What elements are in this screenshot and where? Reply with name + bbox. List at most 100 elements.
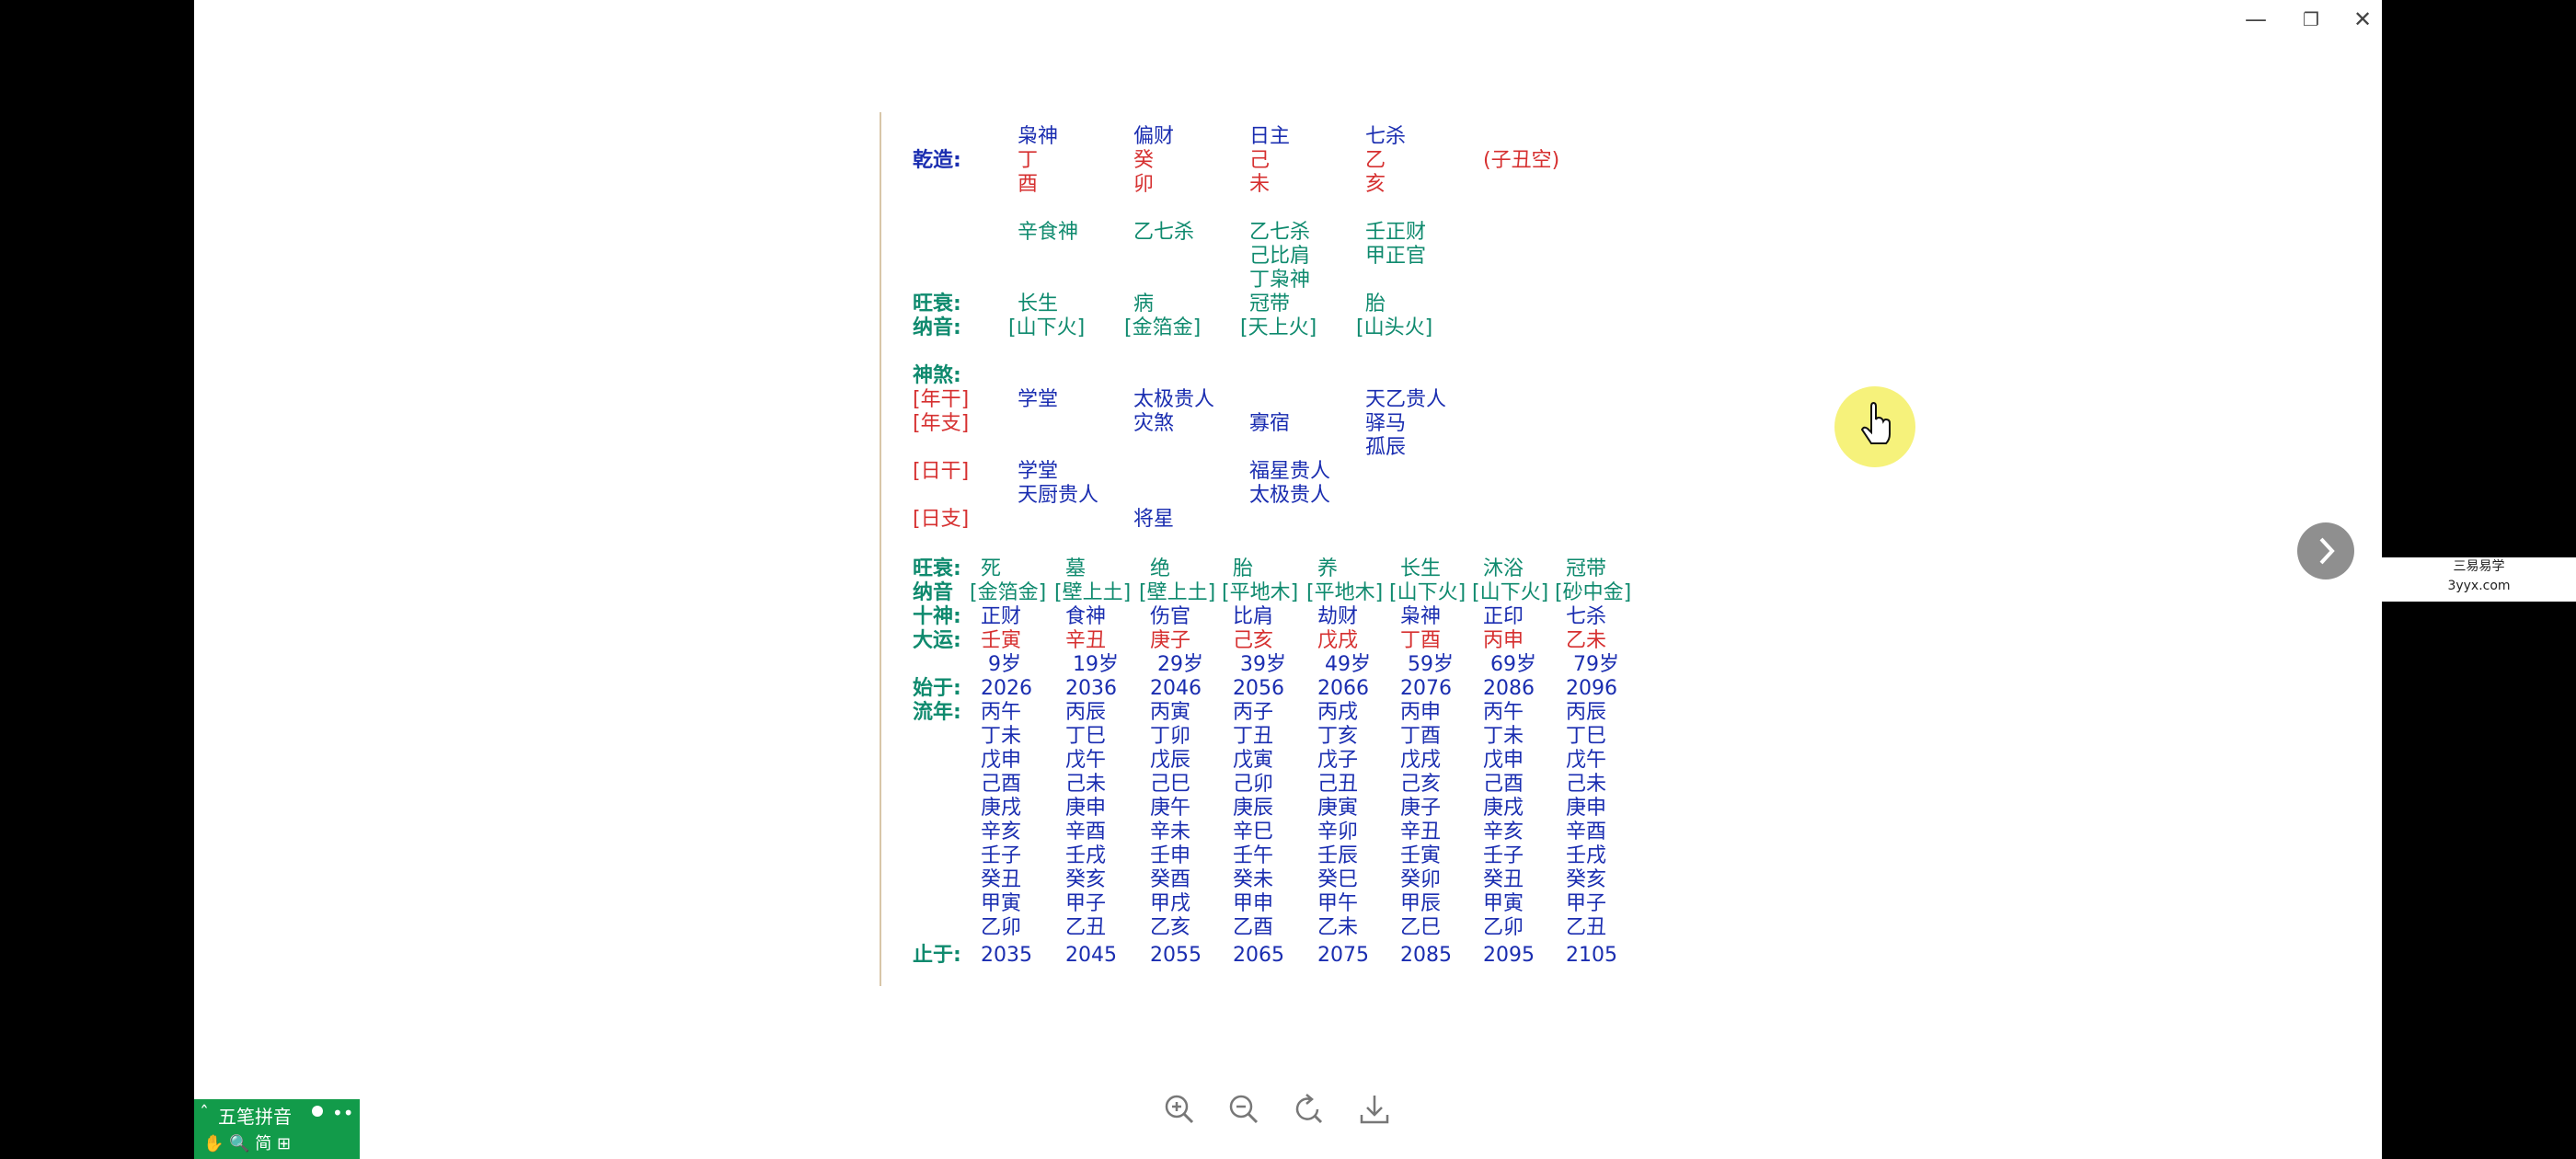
- liunian-ganzhi: 壬午: [1233, 844, 1274, 867]
- liunian-ganzhi: 庚申: [1566, 797, 1607, 820]
- dayun-age: 29岁: [1157, 653, 1203, 676]
- pillar-ten-god: 日主: [1249, 125, 1291, 148]
- dayun-end-year: 2065: [1233, 944, 1284, 967]
- dayun-wangshuai: 养: [1317, 557, 1339, 580]
- watermark-title: 三易易学: [2453, 559, 2505, 574]
- nayin-label: 纳音:: [913, 316, 961, 339]
- liunian-ganzhi: 辛巳: [1233, 820, 1274, 843]
- liunian-ganzhi: 癸卯: [1400, 868, 1442, 891]
- shensha-row-label: [年支]: [913, 412, 970, 435]
- hidden-stem: 乙七杀: [1133, 221, 1195, 244]
- close-icon: ✕: [2352, 6, 2373, 32]
- kongwang-note: (子丑空): [1483, 149, 1560, 172]
- ime-expand-icon[interactable]: ˆ: [200, 1102, 209, 1124]
- zoom-out-button[interactable]: [1225, 1091, 1262, 1128]
- shensha-item: 天乙贵人: [1365, 388, 1447, 411]
- liunian-ganzhi: 丁亥: [1317, 725, 1359, 748]
- liunian-ganzhi: 戊寅: [1233, 749, 1274, 772]
- dayun-age: 49岁: [1325, 653, 1371, 676]
- hidden-stem: 辛食神: [1018, 221, 1079, 244]
- liunian-ganzhi: 庚戌: [981, 797, 1022, 820]
- heavenly-stem: 乙: [1365, 149, 1386, 172]
- liunian-ganzhi: 庚申: [1065, 797, 1107, 820]
- liunian-ganzhi: 癸酉: [1150, 868, 1191, 891]
- close-button[interactable]: ✕: [2347, 4, 2378, 35]
- pillar-nayin: [山下火]: [1008, 316, 1086, 339]
- minimize-button[interactable]: —: [2240, 4, 2271, 35]
- shensha-item: 太极贵人: [1133, 388, 1215, 411]
- shensha-row-label: [年干]: [913, 388, 970, 411]
- zoom-in-button[interactable]: [1161, 1091, 1198, 1128]
- liunian-ganzhi: 丙戌: [1317, 701, 1359, 724]
- dayun-ganzhi: 壬寅: [981, 629, 1022, 652]
- liunian-ganzhi: 丁酉: [1400, 725, 1442, 748]
- dayun-ganzhi: 丁酉: [1400, 629, 1442, 652]
- liunian-ganzhi: 壬戌: [1065, 844, 1107, 867]
- liunian-ganzhi: 己丑: [1317, 773, 1359, 796]
- liunian-ganzhi: 辛未: [1150, 820, 1191, 843]
- pillar-wangshuai: 冠带: [1249, 293, 1291, 316]
- cursor-highlight: [1834, 386, 1915, 467]
- ime-label[interactable]: 五笔拼音: [218, 1102, 292, 1129]
- earthly-branch: 酉: [1018, 173, 1039, 196]
- dayun-shishen: 劫财: [1317, 605, 1359, 628]
- dayun-end-year: 2085: [1400, 944, 1452, 967]
- dayun-start-year: 2066: [1317, 677, 1369, 700]
- dayun-start-year: 2076: [1400, 677, 1452, 700]
- liunian-ganzhi: 戊子: [1317, 749, 1359, 772]
- dayun-wangshuai: 长生: [1400, 557, 1442, 580]
- ime-more-icon[interactable]: ••: [332, 1102, 354, 1124]
- dayun-age: 79岁: [1573, 653, 1619, 676]
- liunian-ganzhi: 乙卯: [1483, 916, 1524, 939]
- liunian-ganzhi: 癸丑: [1483, 868, 1524, 891]
- liunian-ganzhi: 己未: [1566, 773, 1607, 796]
- pillar-wangshuai: 病: [1133, 293, 1155, 316]
- liunian-ganzhi: 辛亥: [981, 820, 1022, 843]
- liunian-ganzhi: 丙辰: [1065, 701, 1107, 724]
- ime-toolbar[interactable]: ˆ 五笔拼音 •• ✋ 🔍 简 ⊞: [194, 1099, 360, 1159]
- liunian-ganzhi: 甲申: [1233, 892, 1274, 915]
- dayun-shishen: 正印: [1483, 605, 1524, 628]
- liunian-ganzhi: 乙未: [1317, 916, 1359, 939]
- liunian-ganzhi: 己亥: [1400, 773, 1442, 796]
- liunian-ganzhi: 乙卯: [981, 916, 1022, 939]
- zoom-out-icon: [1229, 1095, 1259, 1124]
- liunian-ganzhi: 戊戌: [1400, 749, 1442, 772]
- hidden-stem: 己比肩: [1249, 245, 1311, 268]
- shensha-item: 驿马: [1365, 412, 1407, 435]
- download-button[interactable]: [1356, 1091, 1393, 1128]
- dayun-shishen: 比肩: [1233, 605, 1274, 628]
- liunian-ganzhi: 戊午: [1065, 749, 1107, 772]
- shensha-row-label: [日支]: [913, 508, 970, 531]
- dayun-age: 39岁: [1240, 653, 1286, 676]
- liunian-ganzhi: 甲辰: [1400, 892, 1442, 915]
- shensha-item: 寡宿: [1249, 412, 1291, 435]
- dayun-nayin: [山下火]: [1472, 581, 1549, 604]
- shensha-item: 天厨贵人: [1018, 484, 1099, 507]
- dayun-nayin: [山下火]: [1389, 581, 1466, 604]
- liunian-ganzhi: 己未: [1065, 773, 1107, 796]
- heavenly-stem: 癸: [1133, 149, 1155, 172]
- shensha-item: 学堂: [1018, 388, 1059, 411]
- wangshuai-label: 旺衰:: [913, 293, 961, 316]
- ime-tools[interactable]: ✋ 🔍 简 ⊞: [203, 1130, 291, 1154]
- shensha-row-label: [日干]: [913, 460, 970, 483]
- liunian-ganzhi: 丙子: [1233, 701, 1274, 724]
- liunian-ganzhi: 辛酉: [1065, 820, 1107, 843]
- restore-button[interactable]: ❐: [2295, 4, 2327, 35]
- rotate-button[interactable]: [1290, 1091, 1327, 1128]
- next-image-button[interactable]: [2297, 522, 2354, 580]
- liunian-ganzhi: 壬子: [1483, 844, 1524, 867]
- dayun-shishen: 枭神: [1400, 605, 1442, 628]
- dayun-age: 69岁: [1490, 653, 1536, 676]
- liunian-ganzhi: 戊辰: [1150, 749, 1191, 772]
- dayun-nayin: [平地木]: [1306, 581, 1384, 604]
- liunian-ganzhi: 丙申: [1400, 701, 1442, 724]
- pillar-nayin: [天上火]: [1240, 316, 1317, 339]
- earthly-branch: 未: [1249, 173, 1271, 196]
- liunian-ganzhi: 甲午: [1317, 892, 1359, 915]
- dayun-ganzhi: 庚子: [1150, 629, 1191, 652]
- ime-dot-icon[interactable]: [312, 1106, 323, 1117]
- liunian-ganzhi: 辛酉: [1566, 820, 1607, 843]
- shensha-item: 将星: [1133, 508, 1175, 531]
